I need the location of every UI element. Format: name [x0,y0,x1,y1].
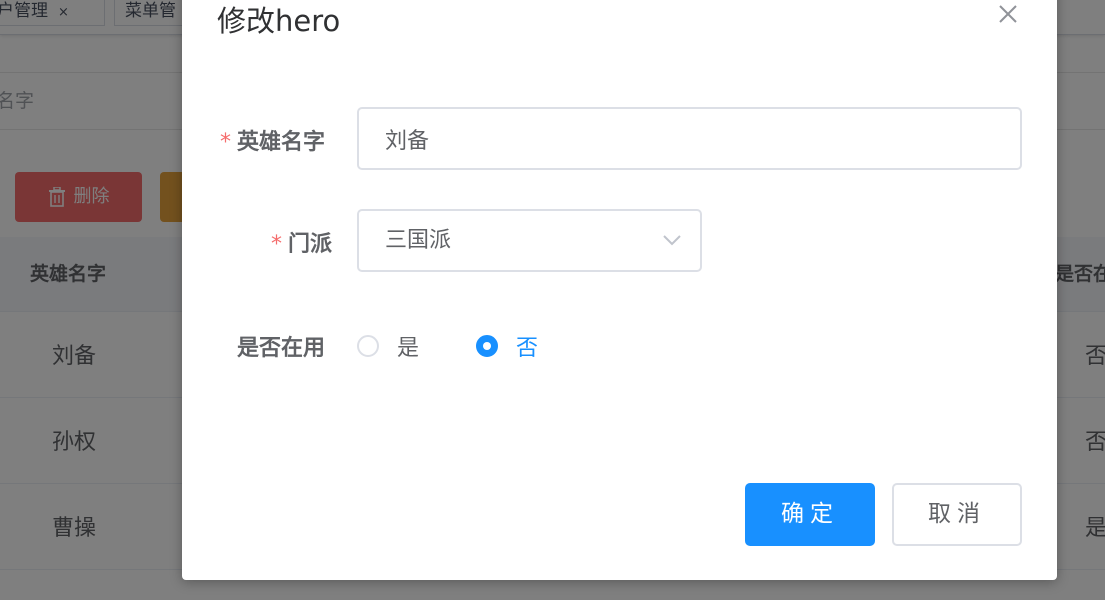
dialog-title: 修改hero [217,4,341,38]
required-mark: * [271,232,282,257]
close-icon[interactable] [992,0,1024,30]
sect-select[interactable]: 三国派 [357,209,702,272]
page: 户管理× 菜单管 名字 删除 英雄名字 是否在 刘备 否 孙权 否 曹操 是 修… [0,0,1105,600]
hero-name-input[interactable] [357,107,1022,170]
radio-no[interactable]: 否 [476,331,538,361]
hero-name-label: * 英雄名字 [220,124,325,156]
radio-yes-label: 是 [397,336,420,361]
sect-label: * 门派 [271,226,332,258]
required-mark: * [220,130,231,155]
sect-label-text: 门派 [288,232,333,257]
chevron-down-icon [663,235,681,246]
radio-yes-circle[interactable] [357,335,379,357]
radio-yes[interactable]: 是 [357,331,419,361]
confirm-button[interactable]: 确定 [745,483,875,546]
radio-no-circle[interactable] [476,335,498,357]
radio-no-label: 否 [516,336,539,361]
hero-name-label-text: 英雄名字 [237,130,326,155]
edit-hero-dialog: 修改hero *英雄名字 *门派 三国派 是否在用 是 否 [182,0,1057,580]
cancel-button[interactable]: 取消 [892,483,1022,546]
sect-select-value: 三国派 [385,228,452,253]
in-use-label: 是否在用 [237,336,326,361]
